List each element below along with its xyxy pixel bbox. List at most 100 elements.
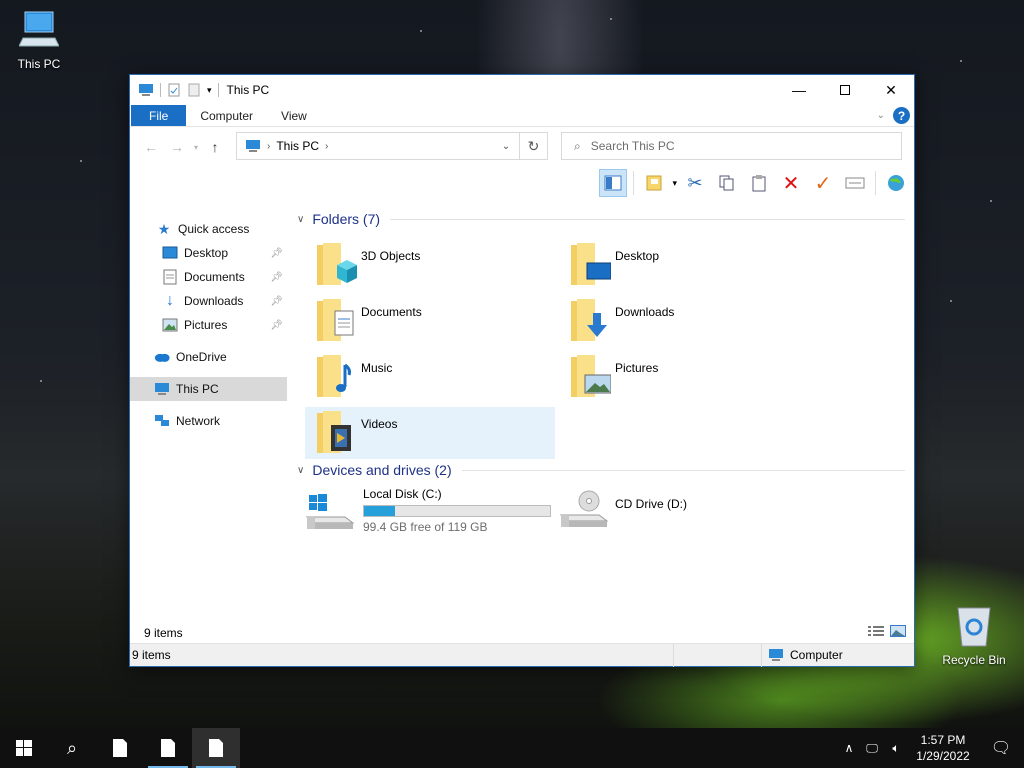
pin-icon[interactable]: 📌︎ xyxy=(270,320,283,331)
pin-icon[interactable]: 📌︎ xyxy=(270,296,283,307)
nav-label: Network xyxy=(176,414,221,428)
devices-section-header[interactable]: ∨ Devices and drives (2) xyxy=(297,462,905,478)
desktop-icon-recycle-bin[interactable]: Recycle Bin xyxy=(938,604,1010,667)
navigation-pane: ★ Quick access Desktop 📌︎ Documents 📌︎ ↓… xyxy=(130,201,287,611)
tab-computer[interactable]: Computer xyxy=(186,105,267,126)
close-button[interactable]: ✕ xyxy=(868,75,914,105)
pin-icon[interactable]: 📌︎ xyxy=(270,272,283,283)
folder-name: Downloads xyxy=(615,305,675,319)
new-item-dropdown-icon[interactable]: ▾ xyxy=(672,178,677,189)
computer-icon xyxy=(154,381,170,397)
up-button[interactable]: ↑ xyxy=(202,139,228,155)
content-pane: ∨ Folders (7) 3D Objects Desktop Documen… xyxy=(287,201,914,611)
maximize-button[interactable] xyxy=(822,75,868,105)
expand-ribbon-icon[interactable]: ⌄ xyxy=(877,110,885,121)
large-icons-view-icon[interactable] xyxy=(890,625,906,640)
properties-button[interactable] xyxy=(841,169,869,197)
desktop-icon xyxy=(162,245,178,261)
folder-music[interactable]: Music xyxy=(305,351,555,403)
taskbar-app-2[interactable] xyxy=(144,728,192,768)
custom-toolbar: ▾ ✂ ✕ ✓ xyxy=(130,167,914,199)
help-button[interactable]: ? xyxy=(893,107,910,124)
taskbar-app-1[interactable] xyxy=(96,728,144,768)
action-center-icon[interactable]: 🗨︎ xyxy=(978,738,1024,758)
back-button[interactable]: ← xyxy=(138,139,164,155)
globe-icon xyxy=(888,175,904,191)
forward-button[interactable]: → xyxy=(164,139,190,155)
nav-onedrive[interactable]: OneDrive xyxy=(130,345,287,369)
delete-button[interactable]: ✕ xyxy=(777,169,805,197)
drive-cd-d[interactable]: CD Drive (D:) xyxy=(559,487,809,539)
folder-pictures[interactable]: Pictures xyxy=(559,351,809,403)
cloud-icon xyxy=(154,349,170,365)
breadcrumb-separator-icon[interactable]: › xyxy=(267,141,270,152)
clock-time: 1:57 PM xyxy=(920,733,966,747)
nav-pictures[interactable]: Pictures 📌︎ xyxy=(130,313,287,337)
taskbar-app-3[interactable] xyxy=(192,728,240,768)
nav-quick-access[interactable]: ★ Quick access xyxy=(130,217,287,241)
cd-drive-icon xyxy=(559,490,609,527)
folder-documents[interactable]: Documents xyxy=(305,295,555,347)
folder-desktop[interactable]: Desktop xyxy=(559,239,809,291)
folder-3d-objects[interactable]: 3D Objects xyxy=(305,239,555,291)
copy-icon xyxy=(719,175,734,191)
pictures-folder-icon xyxy=(571,355,612,397)
new-item-button[interactable] xyxy=(640,169,668,197)
documents-folder-icon xyxy=(317,299,354,341)
show-hidden-icons-icon[interactable]: ∧ xyxy=(838,741,860,755)
search-box[interactable]: ⌕ Search This PC xyxy=(561,132,902,160)
paste-button[interactable] xyxy=(745,169,773,197)
tab-view[interactable]: View xyxy=(267,105,321,126)
folders-section-header[interactable]: ∨ Folders (7) xyxy=(297,211,905,227)
address-bar[interactable]: › This PC › ⌄ ↻ xyxy=(236,132,548,160)
rename-button[interactable]: ✓ xyxy=(809,169,837,197)
nav-label: Pictures xyxy=(184,318,228,332)
volume-muted-icon[interactable]: 🔈︎ xyxy=(884,741,908,756)
cut-button[interactable]: ✂ xyxy=(681,169,709,197)
windows-logo-icon xyxy=(16,740,32,756)
recent-locations-icon[interactable]: ▾ xyxy=(190,143,202,152)
folder-downloads[interactable]: Downloads xyxy=(559,295,809,347)
details-view-icon[interactable] xyxy=(868,625,884,640)
new-folder-icon[interactable] xyxy=(187,83,201,97)
start-button[interactable] xyxy=(0,728,48,768)
chevron-down-icon[interactable]: ∨ xyxy=(297,214,304,225)
downloads-folder-icon xyxy=(571,299,607,341)
customize-quick-access-icon[interactable]: ▾ xyxy=(207,85,212,96)
breadcrumb-separator-icon[interactable]: › xyxy=(325,141,328,152)
properties-icon xyxy=(845,177,865,189)
window-title: This PC xyxy=(226,83,270,97)
breadcrumb-this-pc[interactable]: This PC xyxy=(276,139,319,153)
quick-access-toolbar: ▾ xyxy=(130,75,219,105)
nav-network[interactable]: Network xyxy=(130,409,287,433)
copy-button[interactable] xyxy=(713,169,741,197)
close-icon: ✕ xyxy=(885,81,897,98)
network-status-icon[interactable]: 🖵︎ xyxy=(860,741,884,756)
minimize-button[interactable]: — xyxy=(776,75,822,105)
nav-downloads[interactable]: ↓ Downloads 📌︎ xyxy=(130,289,287,313)
chevron-down-icon[interactable]: ∨ xyxy=(297,465,304,476)
desktop-icon-this-pc[interactable]: This PC xyxy=(3,10,75,71)
search-button[interactable]: ⌕ xyxy=(48,728,96,768)
nav-label: Desktop xyxy=(184,246,229,260)
address-dropdown-icon[interactable]: ⌄ xyxy=(493,141,519,152)
drive-local-disk-c[interactable]: Local Disk (C:) 99.4 GB free of 119 GB xyxy=(305,487,555,539)
nav-documents[interactable]: Documents 📌︎ xyxy=(130,265,287,289)
search-input[interactable]: Search This PC xyxy=(591,139,675,153)
note-icon xyxy=(646,175,662,191)
folder-videos[interactable]: Videos xyxy=(305,407,555,459)
taskbar: ⌕ ∧ 🖵︎ 🔈︎ 1:57 PM 1/29/2022 🗨︎ xyxy=(0,728,1024,768)
clock[interactable]: 1:57 PM 1/29/2022 xyxy=(908,732,978,764)
title-bar[interactable]: ▾ This PC — ✕ xyxy=(130,75,914,105)
nav-this-pc[interactable]: This PC xyxy=(130,377,287,401)
computer-icon xyxy=(139,84,153,96)
refresh-button[interactable]: ↻ xyxy=(519,133,547,159)
globe-button[interactable] xyxy=(882,169,910,197)
status-bar: 9 items Computer xyxy=(130,643,914,667)
tab-file[interactable]: File xyxy=(131,105,187,126)
preview-pane-button[interactable] xyxy=(599,169,628,197)
pin-icon[interactable]: 📌︎ xyxy=(270,248,283,259)
nav-desktop[interactable]: Desktop 📌︎ xyxy=(130,241,287,265)
properties-icon[interactable] xyxy=(167,83,181,97)
desktop-icon-label: Recycle Bin xyxy=(942,653,1006,667)
